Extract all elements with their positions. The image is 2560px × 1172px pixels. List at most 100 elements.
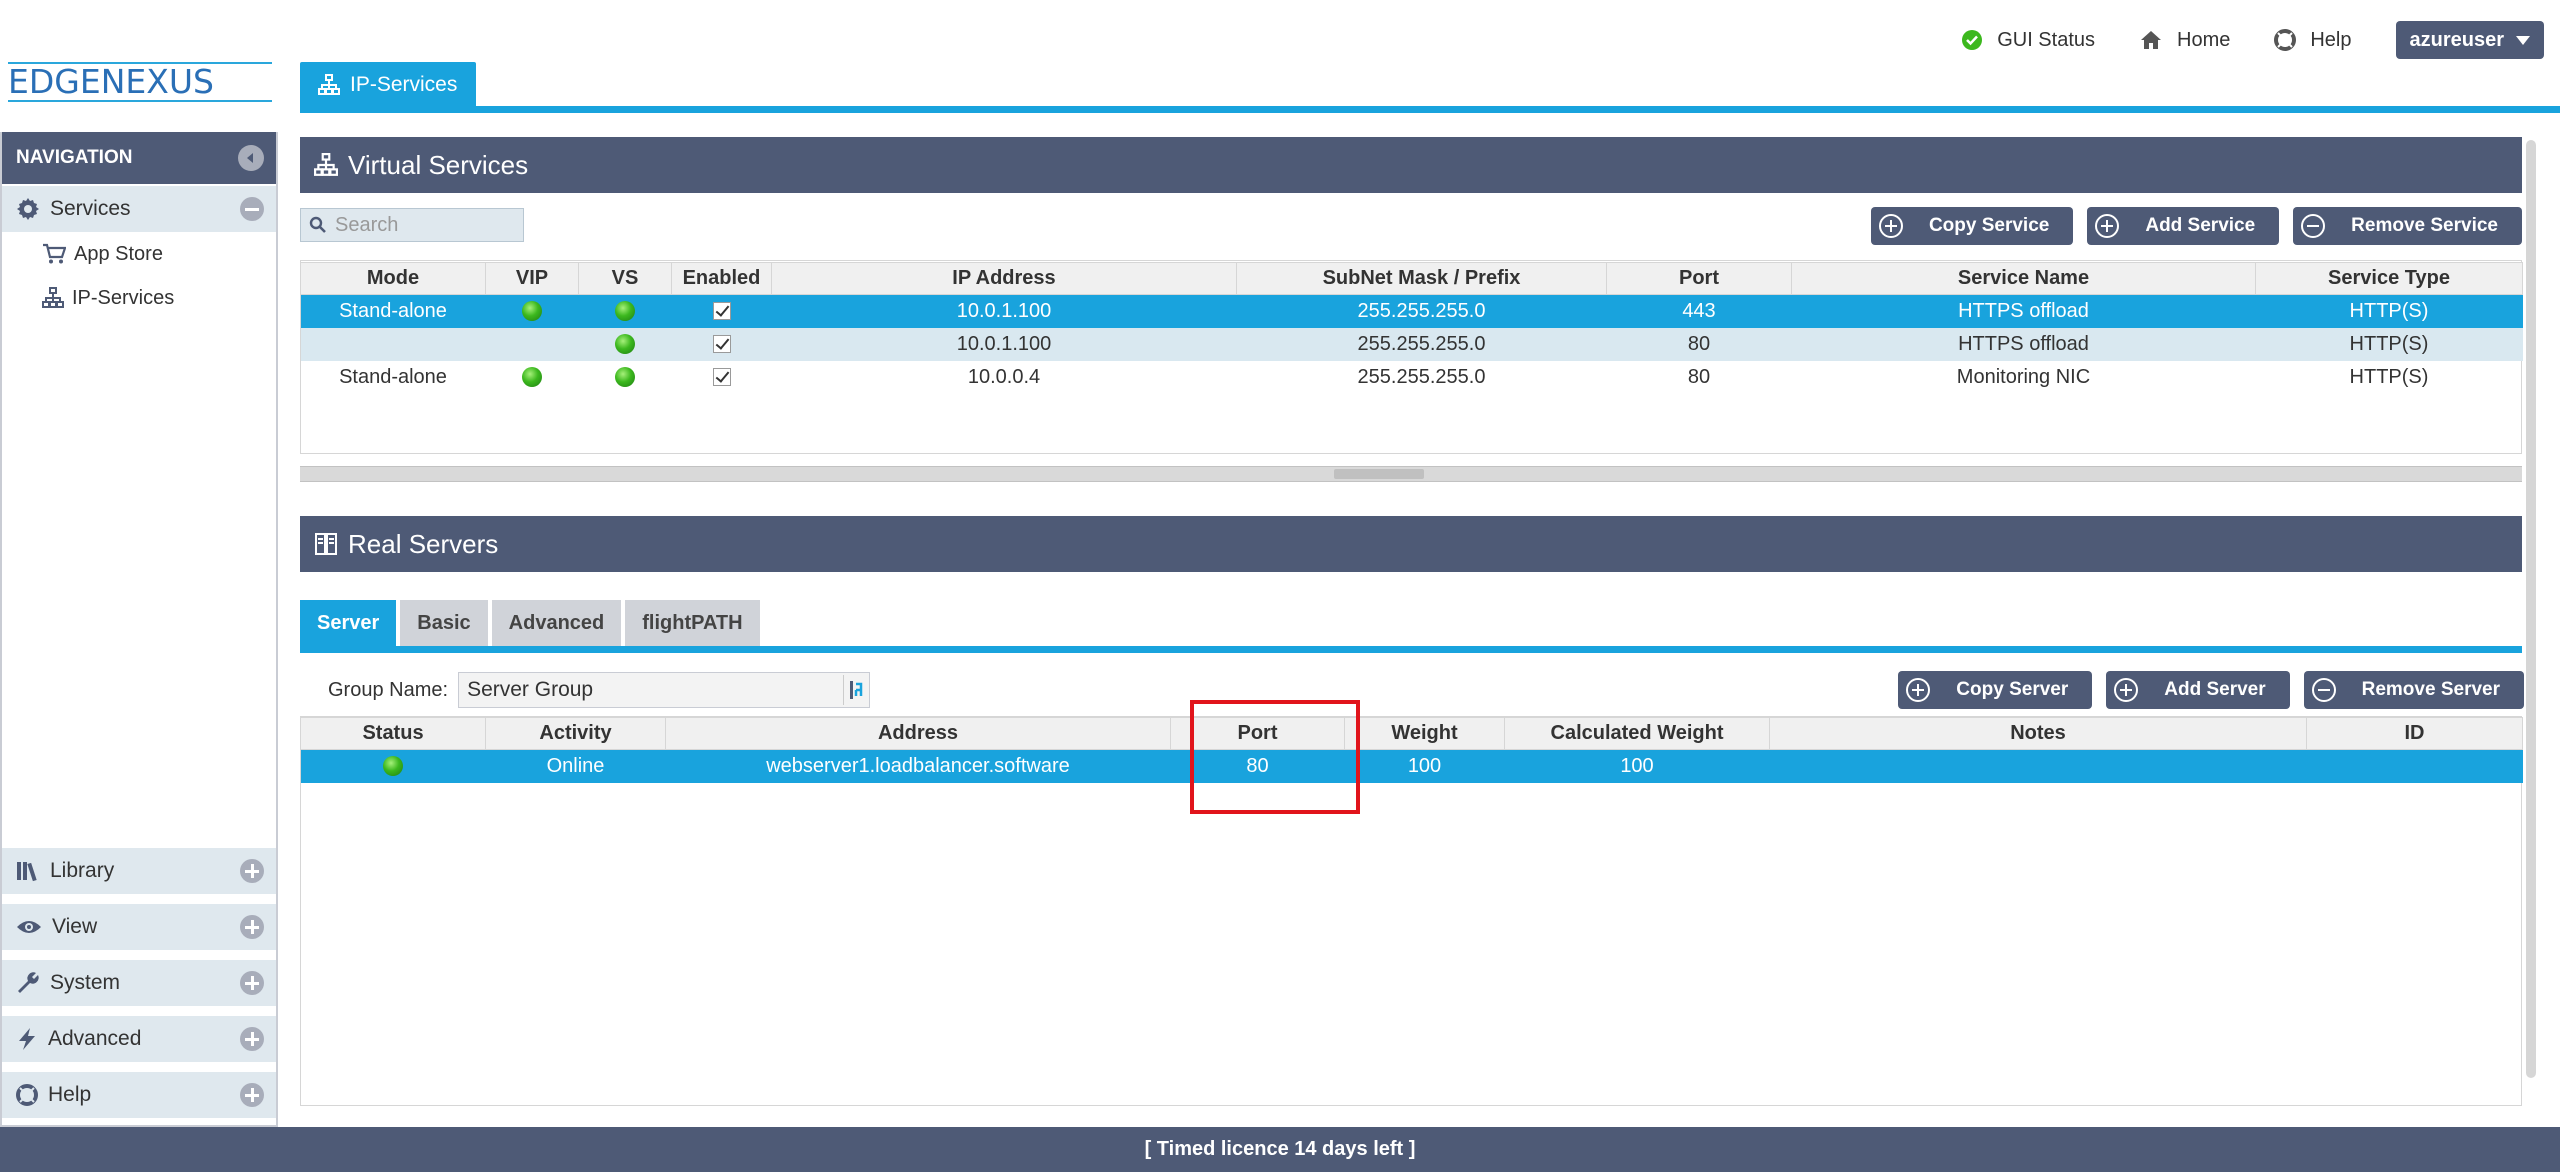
remove-service-label: Remove Service (2351, 215, 2498, 236)
sidebar: NAVIGATION Services App Store IP-Service… (0, 132, 278, 1127)
plus-circle-icon[interactable] (240, 915, 264, 939)
column-header-address[interactable]: Address (665, 717, 1171, 750)
plus-circle-icon[interactable] (240, 1083, 264, 1107)
column-header-notes[interactable]: Notes (1769, 717, 2307, 750)
sidebar-section-system[interactable]: System (2, 960, 276, 1006)
minus-circle-icon[interactable] (240, 197, 264, 221)
lifebuoy-icon (2274, 29, 2297, 51)
cell-service-type: HTTP(S) (2255, 294, 2523, 328)
gui-status-link[interactable]: GUI Status (1961, 29, 2095, 52)
tab-advanced[interactable]: Advanced (491, 600, 622, 646)
column-header-service-name[interactable]: Service Name (1791, 262, 2256, 295)
gear-icon (17, 198, 39, 220)
virtual-services-actions: Copy Service Add Service Remove Service (1857, 207, 2522, 245)
edit-group-icon[interactable] (843, 675, 869, 705)
status-green-icon (383, 756, 403, 777)
sidebar-item-ip-services[interactable]: IP-Services (2, 276, 276, 320)
logo-rule (8, 100, 272, 102)
column-header-service-type[interactable]: Service Type (2255, 262, 2523, 295)
cell-vip (485, 327, 579, 361)
sidebar-section-services[interactable]: Services (2, 186, 276, 232)
status-green-icon (522, 301, 542, 322)
tab-flightpath[interactable]: flightPATH (625, 600, 760, 646)
copy-server-label: Copy Server (1956, 679, 2069, 700)
column-header-enabled[interactable]: Enabled (671, 262, 772, 295)
sidebar-section-advanced[interactable]: Advanced (2, 1016, 276, 1062)
help-label: Help (2310, 28, 2352, 51)
enabled-checkbox[interactable] (712, 302, 731, 321)
cell-vip (486, 361, 579, 394)
cell-address: webserver1.loadbalancer.software (665, 749, 1171, 783)
cell-vs (578, 327, 672, 361)
check-circle-icon (1962, 30, 1983, 50)
table-row[interactable]: 10.0.1.100 255.255.255.0 80 HTTPS offloa… (300, 327, 2523, 361)
splitter-grip-icon[interactable] (1334, 469, 1424, 479)
real-servers-title: Real Servers (348, 528, 499, 559)
tab-basic[interactable]: Basic (400, 600, 488, 646)
copy-server-button[interactable]: Copy Server (1898, 671, 2093, 709)
column-header-id[interactable]: ID (2306, 717, 2523, 750)
top-navigation: GUI Status Home Help azureuser (1961, 20, 2560, 60)
add-service-button[interactable]: Add Service (2087, 207, 2280, 245)
sidebar-section-library[interactable]: Library (2, 848, 276, 894)
cell-weight: 100 (1344, 749, 1505, 783)
home-link[interactable]: Home (2139, 29, 2230, 52)
home-icon (2141, 31, 2161, 49)
group-name-field[interactable]: Server Group (458, 672, 871, 708)
column-header-weight[interactable]: Weight (1344, 717, 1505, 750)
cell-subnet-mask: 255.255.255.0 (1357, 365, 1486, 388)
group-name-row: Group Name: Server Group (328, 672, 871, 708)
remove-service-button[interactable]: Remove Service (2293, 207, 2522, 245)
logo: EDGENEXUS (8, 62, 274, 102)
licence-status-text: [ Timed licence 14 days left ] (1144, 1138, 1416, 1160)
column-header-ip-address[interactable]: IP Address (771, 262, 1237, 295)
sidebar-section-view[interactable]: View (2, 904, 276, 950)
search-input[interactable]: Search (300, 208, 524, 242)
column-header-mode[interactable]: Mode (300, 262, 486, 295)
home-label: Home (2177, 28, 2231, 51)
user-menu-button[interactable]: azureuser (2395, 21, 2544, 59)
table-row[interactable]: Stand-alone 10.0.1.100 255.255.255.0 443… (300, 294, 2523, 328)
tab-server[interactable]: Server (300, 600, 397, 646)
sidebar-item-label: View (52, 915, 98, 938)
plus-circle-icon[interactable] (240, 971, 264, 995)
sidebar-item-app-store[interactable]: App Store (2, 232, 276, 276)
virtual-services-title: Virtual Services (348, 149, 529, 180)
sidebar-collapsed-sections: Library View System Advanced Help (2, 848, 276, 1128)
sitemap-icon (318, 74, 340, 95)
copy-service-label: Copy Service (1928, 215, 2050, 236)
column-header-vs[interactable]: VS (578, 262, 672, 295)
minus-circle-icon (2301, 214, 2326, 238)
remove-server-button[interactable]: Remove Server (2303, 671, 2524, 709)
cell-subnet-mask: 255.255.255.0 (1236, 294, 1607, 328)
add-server-button[interactable]: Add Server (2106, 671, 2290, 709)
cell-vs (579, 361, 672, 394)
plus-circle-icon[interactable] (240, 1027, 264, 1051)
licence-status-bar: [ Timed licence 14 days left ] (0, 1127, 2560, 1172)
cell-status (300, 749, 486, 783)
column-header-status[interactable]: Status (300, 717, 486, 750)
column-header-activity[interactable]: Activity (485, 717, 666, 750)
table-row[interactable]: Online webserver1.loadbalancer.software … (300, 749, 2523, 783)
group-name-value: Server Group (467, 678, 594, 701)
plus-circle-icon (1878, 214, 1903, 238)
enabled-checkbox[interactable] (712, 335, 731, 354)
copy-service-button[interactable]: Copy Service (1870, 207, 2074, 245)
column-header-vip[interactable]: VIP (485, 262, 579, 295)
books-icon (17, 862, 37, 882)
column-header-calculated-weight[interactable]: Calculated Weight (1504, 717, 1770, 750)
enabled-checkbox[interactable] (712, 368, 731, 387)
sidebar-section-help[interactable]: Help (2, 1072, 276, 1118)
tab-ip-services[interactable]: IP-Services (300, 62, 476, 108)
collapse-sidebar-icon[interactable] (238, 145, 264, 171)
group-name-label: Group Name: (328, 678, 449, 701)
plus-circle-icon[interactable] (240, 859, 264, 883)
scrollbar[interactable] (2526, 140, 2536, 1078)
caret-down-icon (2516, 35, 2530, 45)
column-header-port[interactable]: Port (1606, 262, 1792, 295)
table-row[interactable]: Stand-alone 10.0.0.4 255.255.255.0 80 Mo… (301, 361, 2523, 394)
search-icon (309, 216, 326, 233)
panel-splitter[interactable] (300, 466, 2522, 482)
column-header-subnet-mask[interactable]: SubNet Mask / Prefix (1236, 262, 1607, 295)
help-link[interactable]: Help (2274, 28, 2352, 52)
